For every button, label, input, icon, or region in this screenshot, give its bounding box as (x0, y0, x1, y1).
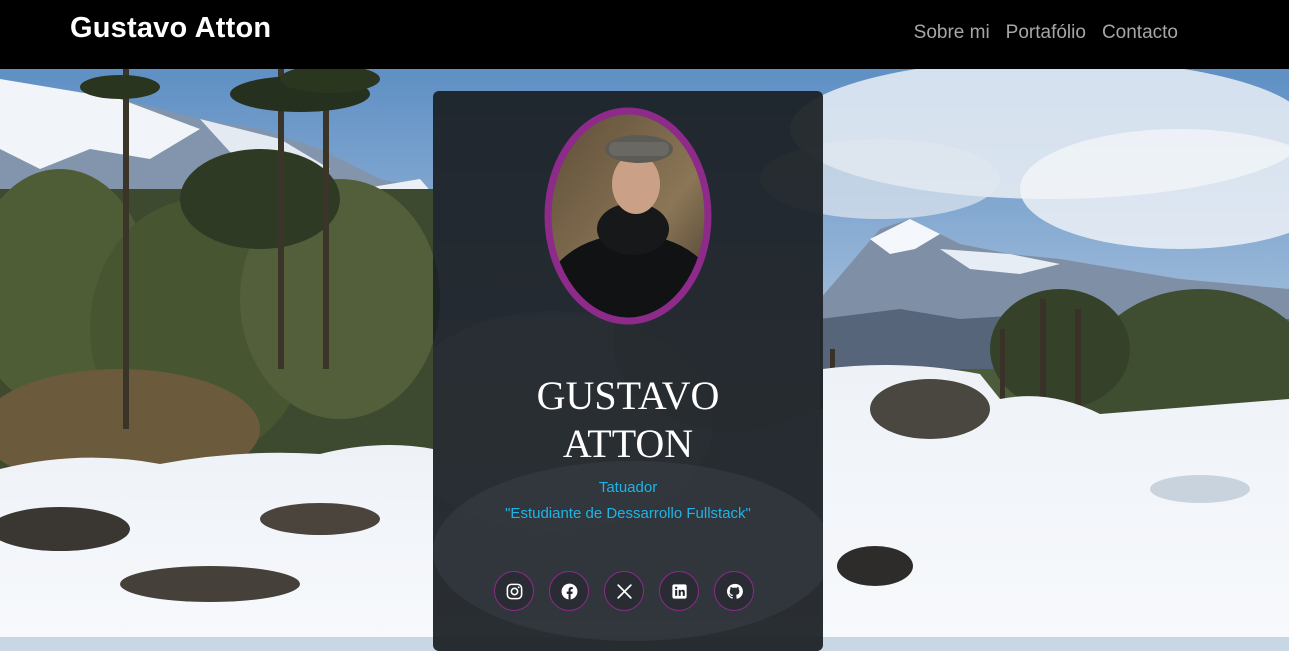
nav-links: Sobre mi Portafólio Contacto (914, 22, 1178, 44)
profile-name-line1: GUSTAVO (536, 373, 720, 418)
linkedin-icon (671, 583, 687, 599)
facebook-icon (561, 583, 577, 599)
instagram-icon (506, 583, 522, 599)
linkedin-link[interactable] (659, 571, 699, 611)
instagram-link[interactable] (494, 571, 534, 611)
navbar: Gustavo Atton Sobre mi Portafólio Contac… (0, 0, 1289, 69)
brand-link[interactable]: Gustavo Atton (70, 12, 271, 45)
social-links (494, 571, 754, 611)
nav-link-contacto[interactable]: Contacto (1102, 22, 1178, 44)
profile-role: Tatuador (598, 479, 658, 496)
nav-link-sobre-mi[interactable]: Sobre mi (914, 22, 990, 44)
nav-link-portafolio[interactable]: Portafólio (1006, 22, 1086, 44)
profile-avatar (541, 104, 715, 329)
github-link[interactable] (714, 571, 754, 611)
facebook-link[interactable] (549, 571, 589, 611)
profile-name: GUSTAVO ATTON (433, 372, 823, 468)
x-icon (616, 583, 632, 599)
profile-tagline: "Estudiante de Dessarrollo Fullstack" (505, 505, 751, 522)
x-link[interactable] (604, 571, 644, 611)
profile-name-line2: ATTON (562, 421, 694, 466)
github-icon (726, 583, 743, 599)
